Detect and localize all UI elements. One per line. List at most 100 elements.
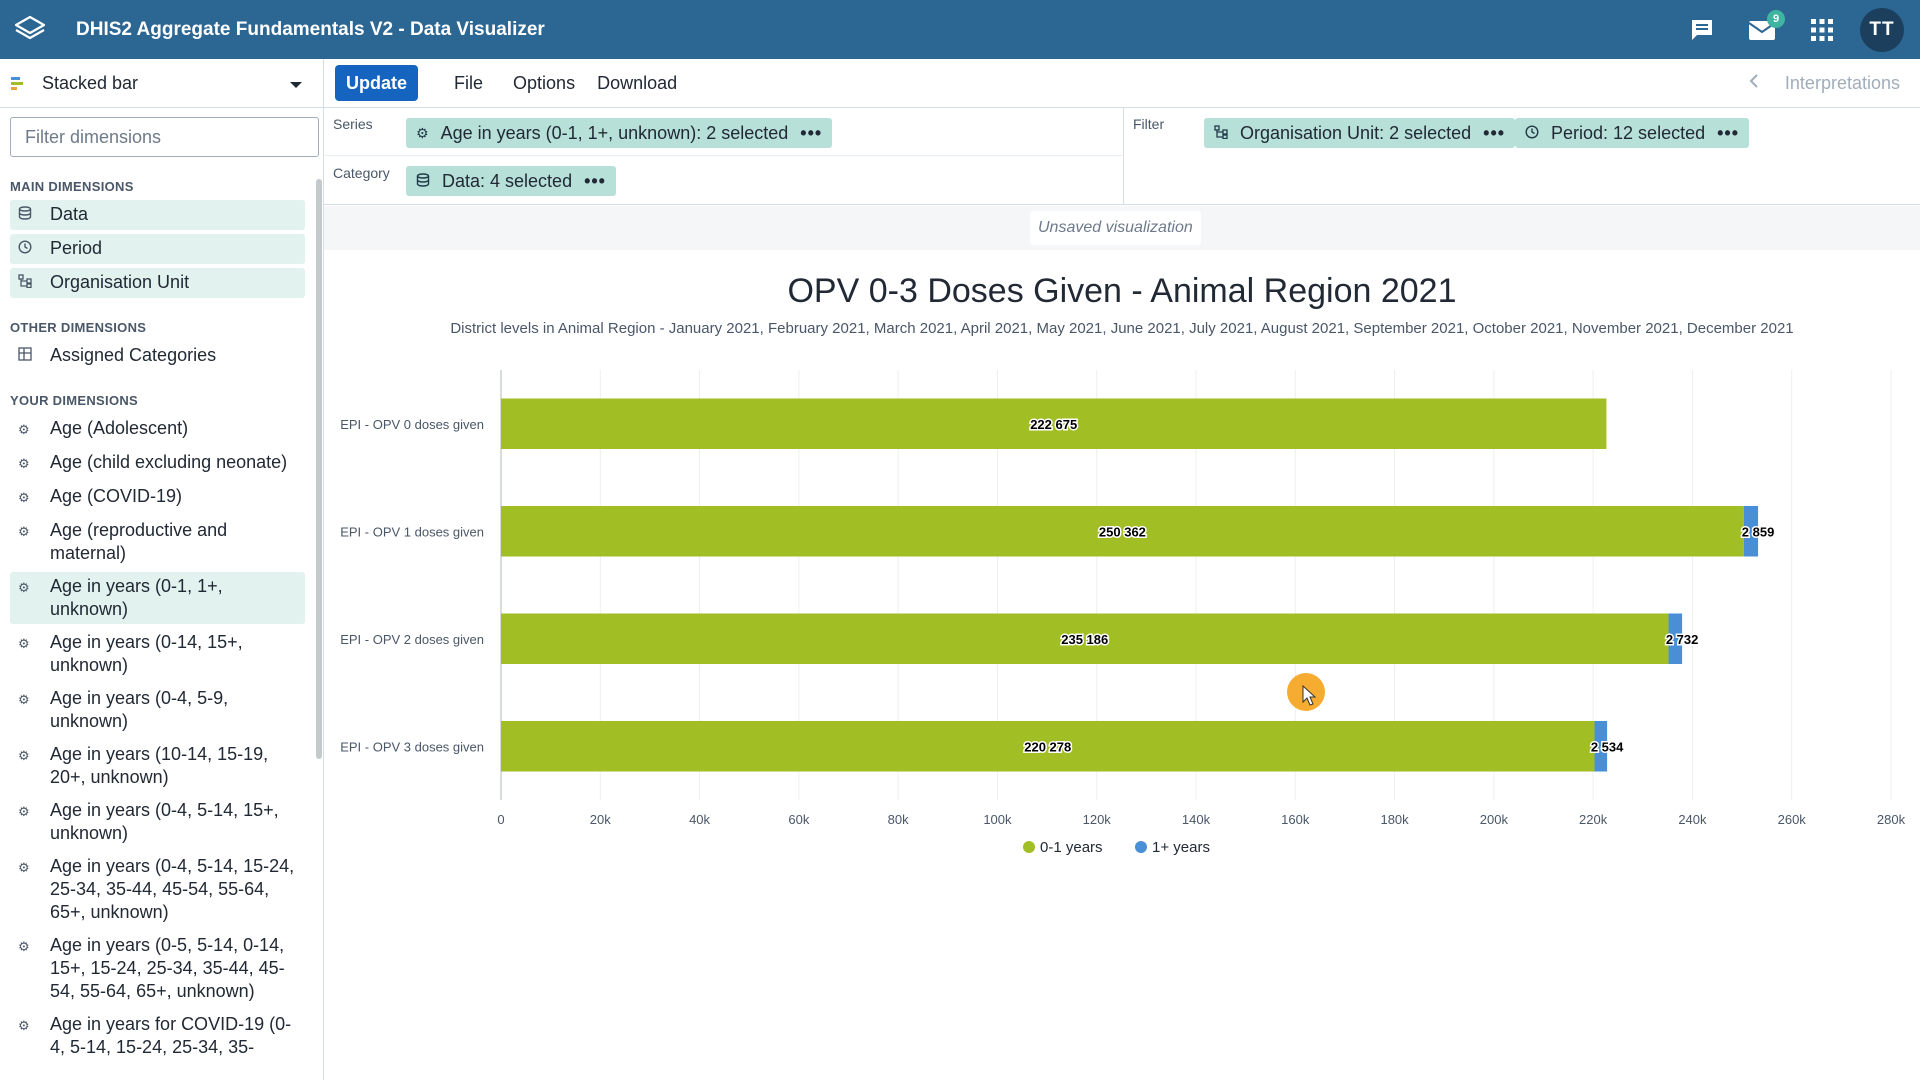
x-tick-label: 60k [788,812,809,827]
dimension-item[interactable]: ⚙ Age in years (10-14, 15-19, 20+, unknow… [10,740,305,792]
dimension-label: Period [50,238,103,258]
visualization-type-label: Stacked bar [42,72,139,93]
mouse-cursor-icon [1302,684,1317,706]
clock-icon [18,237,40,261]
dimension-label: Age (child excluding neonate) [50,452,288,472]
x-tick-label: 160k [1281,812,1310,827]
filter-dimensions-input[interactable]: Filter dimensions [10,117,319,157]
x-tick-label: 100k [983,812,1012,827]
period-filter-chip[interactable]: Period: 12 selected ••• [1515,118,1750,148]
dimension-item[interactable]: ⚙ Age in years (0-4, 5-9, unknown) [10,684,305,736]
dimension-item[interactable]: ⚙ Age (Adolescent) [10,414,305,444]
chip-label: Period: 12 selected [1551,122,1706,143]
bar-segment [501,505,1744,557]
category-dimension-icon: ⚙ [18,748,30,763]
series-axis: Series ⚙ Age in years (0-1, 1+, unknown)… [324,108,1122,156]
dimension-label: Age in years (0-5, 5-14, 0-14, 15+, 15-2… [50,935,285,1001]
dimension-item[interactable]: ⚙ Age (reproductive and maternal) [10,516,305,568]
mail-icon[interactable]: 9 [1732,0,1792,59]
org-unit-tree-icon [18,271,40,295]
dimension-label: Age in years for COVID-19 (0-4, 5-14, 15… [50,1014,292,1057]
more-options-icon[interactable]: ••• [584,171,606,192]
more-options-icon[interactable]: ••• [1483,123,1505,144]
dimension-label: Organisation Unit [50,272,190,292]
data-label: 250 362 [1099,524,1146,539]
chart-subtitle: District levels in Animal Region - Janua… [450,320,1794,337]
data-label: 222 675 [1030,417,1077,432]
x-tick-label: 20k [590,812,611,827]
chevron-down-icon [289,73,303,94]
download-menu[interactable]: Download [597,73,677,94]
database-icon [416,172,430,190]
category-chip[interactable]: Data: 4 selected ••• [406,166,616,196]
category-dimension-icon: ⚙ [18,456,30,471]
x-tick-label: 80k [888,812,909,827]
data-label: 2 859 [1742,524,1775,539]
visualization-type-selector[interactable]: Stacked bar [0,59,323,108]
data-label: 2 732 [1666,632,1699,647]
chip-label: Age in years (0-1, 1+, unknown): 2 selec… [440,122,789,143]
category-dimension-icon: ⚙ [18,490,30,505]
category-dimension-icon: ⚙ [18,580,30,595]
category-axis: Category Data: 4 selected ••• [324,157,1122,205]
legend-marker [1135,841,1147,853]
update-button[interactable]: Update [335,65,419,101]
category-label: Category [333,165,390,181]
dhis2-logo-icon[interactable] [0,0,60,59]
dimension-item[interactable]: ⚙ Age in years (0-4, 5-14, 15-24, 25-34, … [10,852,305,927]
cursor-highlight [1287,673,1325,711]
table-grid-icon [18,344,40,368]
dimension-item[interactable]: ⚙ Age in years (0-4, 5-14, 15+, unknown) [10,796,305,848]
dimension-period[interactable]: Period [10,234,305,264]
dimensions-scrollbar[interactable] [316,179,322,759]
dimension-item[interactable]: ⚙ Age in years (0-14, 15+, unknown) [10,628,305,680]
category-dimension-icon: ⚙ [18,804,30,819]
more-options-icon[interactable]: ••• [800,123,822,144]
file-menu[interactable]: File [454,73,483,94]
dimension-item[interactable]: ⚙ Age in years for COVID-19 (0-4, 5-14, 1… [10,1010,305,1062]
org-unit-filter-chip[interactable]: Organisation Unit: 2 selected ••• [1204,118,1516,148]
more-options-icon[interactable]: ••• [1717,123,1739,144]
x-tick-label: 240k [1678,812,1707,827]
dimension-label: Age in years (0-14, 15+, unknown) [50,632,243,675]
series-chip[interactable]: ⚙ Age in years (0-1, 1+, unknown): 2 sel… [406,118,833,148]
dimension-assigned-categories[interactable]: Assigned Categories [10,341,305,371]
visualization-canvas: Unsaved visualization OPV 0-3 Doses Give… [324,206,1920,1080]
x-tick-label: 120k [1083,812,1112,827]
x-tick-label: 220k [1579,812,1608,827]
other-dimensions-heading: OTHER DIMENSIONS [10,320,147,335]
interpretations-toggle[interactable]: Interpretations [1749,59,1900,108]
dimension-label: Age in years (0-4, 5-14, 15+, unknown) [50,800,279,843]
unsaved-visualization-label: Unsaved visualization [1030,211,1201,245]
dimension-label: Data [50,204,89,224]
chip-label: Data: 4 selected [442,170,573,191]
user-avatar[interactable]: TT [1860,7,1904,52]
apps-grid-icon[interactable] [1792,0,1852,59]
your-dimensions-list: ⚙ Age (Adolescent) ⚙ Age (child excluding … [0,414,323,1062]
stacked-bar-chart: 0 20k 40k 60k 80k 100k 120k 140k 160k 180k 200k 220… [340,370,1906,856]
category-dimension-icon: ⚙ [18,692,30,707]
legend-label: 1+ years [1152,839,1210,856]
category-label: EPI - OPV 0 doses given [340,417,484,432]
chip-label: Organisation Unit: 2 selected [1240,122,1472,143]
legend-marker [1023,841,1035,853]
category-dimension-icon: ⚙ [18,636,30,651]
x-tick-label: 140k [1182,812,1211,827]
dimension-label: Age in years (10-14, 15-19, 20+, unknown… [50,744,269,787]
dimension-item-selected[interactable]: ⚙ Age in years (0-1, 1+, unknown) [10,572,305,624]
options-menu[interactable]: Options [513,73,575,94]
category-dimension-icon: ⚙ [18,524,30,539]
bar-segment [501,398,1607,450]
dimension-label: Age (COVID-19) [50,486,183,506]
interpretations-label: Interpretations [1784,73,1900,93]
dimension-organisation-unit[interactable]: Organisation Unit [10,268,305,298]
messages-icon[interactable] [1672,0,1732,59]
dimension-item[interactable]: ⚙ Age (child excluding neonate) [10,448,305,478]
dimension-data[interactable]: Data [10,200,305,230]
data-label: 220 278 [1024,739,1071,754]
dimension-item[interactable]: ⚙ Age in years (0-5, 5-14, 0-14, 15+, 15-… [10,931,305,1006]
main-dimensions-heading: MAIN DIMENSIONS [10,179,134,194]
dimension-item[interactable]: ⚙ Age (COVID-19) [10,482,305,512]
category-dimension-icon: ⚙ [18,1018,30,1033]
bar-segment [1668,613,1683,665]
